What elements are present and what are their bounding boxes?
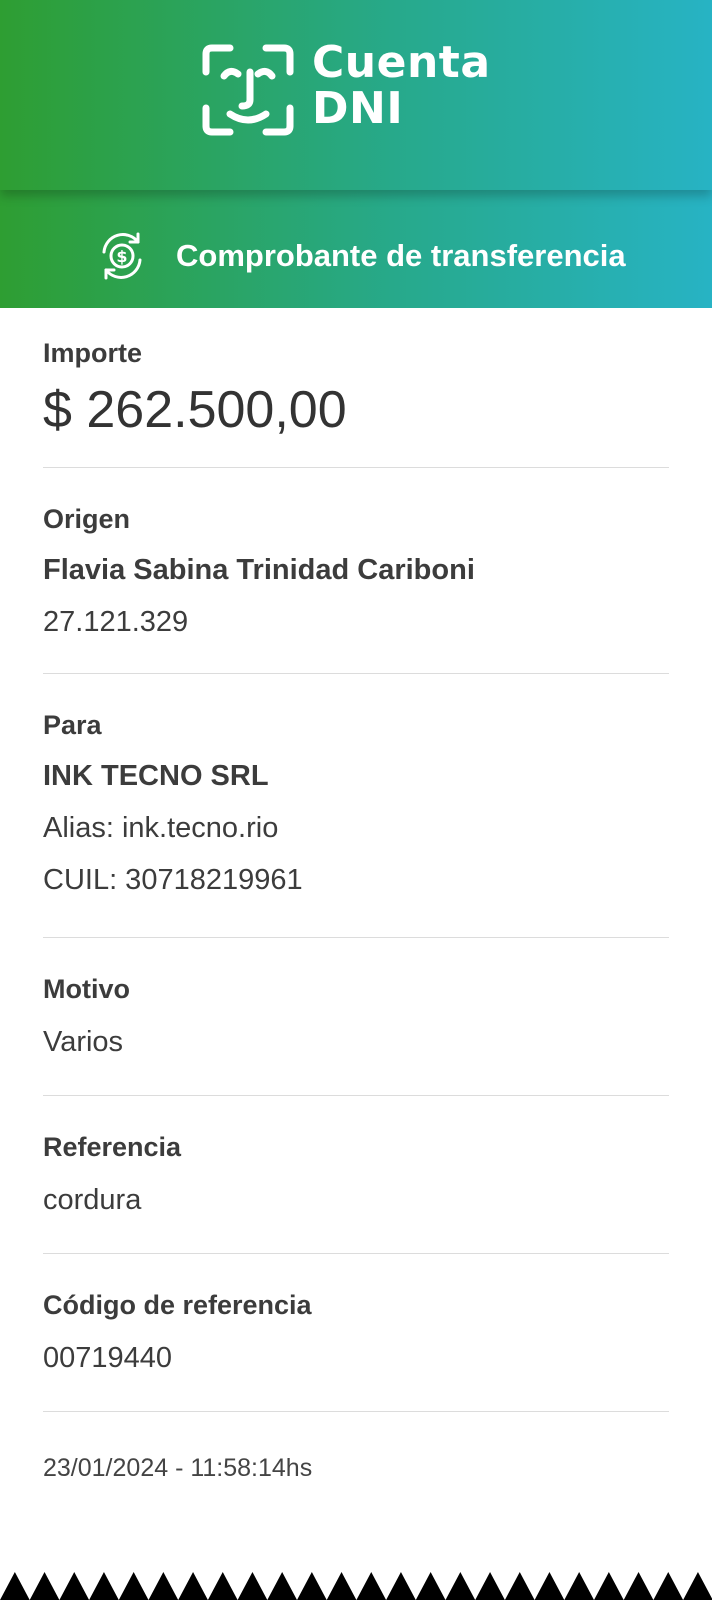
screen-title-bar: $ Comprobante de transferencia [0, 190, 712, 308]
recipient-cuil: CUIL: 30718219961 [43, 864, 303, 896]
receipt-details: Importe $ 262.500,00 Origen Flavia Sabin… [43, 308, 669, 1484]
recipient-section: Para INK TECNO SRL Alias: ink.tecno.rio … [43, 674, 669, 938]
face-scan-icon [202, 44, 294, 136]
screen-title: Comprobante de transferencia [176, 238, 626, 273]
origin-name: Flavia Sabina Trinidad Cariboni [43, 554, 475, 586]
reference-label: Referencia [43, 1132, 182, 1162]
timestamp-section: 23/01/2024 - 11:58:14hs [43, 1412, 669, 1484]
reference-code-section: Código de referencia 00719440 [43, 1254, 669, 1412]
reason-value: Varios [43, 1026, 124, 1058]
logo-line-1: Cuenta [312, 37, 491, 88]
receipt-torn-edge [0, 1572, 712, 1600]
transaction-timestamp: 23/01/2024 - 11:58:14hs [43, 1454, 313, 1482]
reference-code-label: Código de referencia [43, 1290, 312, 1320]
recipient-label: Para [43, 710, 102, 740]
app-header: Cuenta DNI [0, 0, 712, 190]
origin-label: Origen [43, 504, 131, 534]
recipient-alias: Alias: ink.tecno.rio [43, 812, 279, 844]
reference-section: Referencia cordura [43, 1096, 669, 1254]
reason-section: Motivo Varios [43, 938, 669, 1096]
svg-text:$: $ [116, 247, 127, 266]
app-logo-text: Cuenta DNI [312, 40, 491, 132]
money-transfer-icon: $ [102, 232, 142, 280]
logo-line-2: DNI [312, 83, 404, 134]
amount-value: $ 262.500,00 [43, 381, 347, 439]
origin-id: 27.121.329 [43, 606, 189, 638]
reference-value: cordura [43, 1184, 142, 1216]
amount-section: Importe $ 262.500,00 [43, 308, 669, 468]
amount-label: Importe [43, 338, 143, 368]
reason-label: Motivo [43, 974, 130, 1004]
recipient-name: INK TECNO SRL [43, 760, 269, 792]
origin-section: Origen Flavia Sabina Trinidad Cariboni 2… [43, 468, 669, 674]
reference-code-value: 00719440 [43, 1342, 173, 1374]
